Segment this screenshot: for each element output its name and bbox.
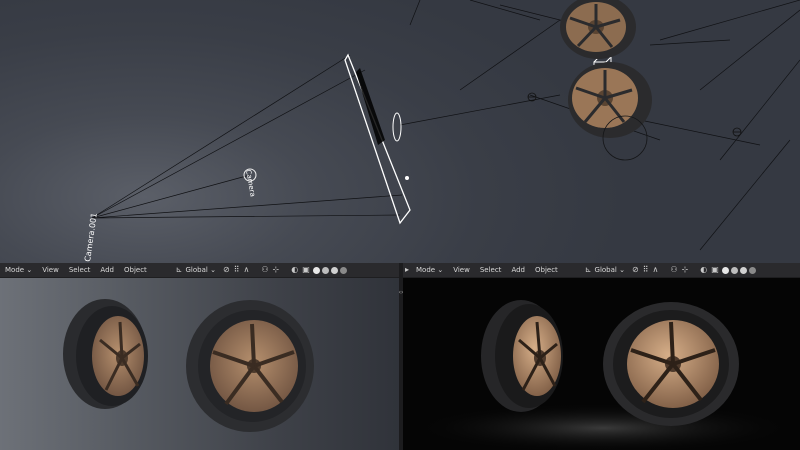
proportional-edit-icon[interactable]: ∧ [244,263,250,277]
object-menu[interactable]: Object [530,263,563,277]
right-wheel-front[interactable] [603,302,739,426]
select-menu[interactable]: Select [64,263,96,277]
visibility-icon[interactable]: ⚇ [261,263,268,277]
camera-plane[interactable] [344,53,411,225]
wireframe-shading-icon[interactable] [312,266,320,274]
top-scene: Camera.001 Camera [83,0,800,262]
right-viewport-header: ▸ Mode ⌄ View Select Add Object ⊾ Global… [403,263,800,278]
visibility-icon[interactable]: ⚇ [670,263,677,277]
overlay-icon[interactable]: ◐ [700,263,707,277]
left-scene [63,299,314,432]
material-shading-icon[interactable] [739,266,747,274]
mode-dropdown[interactable]: Mode ⌄ [411,263,448,277]
gizmo-icon[interactable]: ⊹ [682,263,689,277]
top-wheel-upper[interactable] [560,0,636,59]
transform-orientation-icon[interactable]: ⊾ [585,263,592,277]
wireframe-shading-icon[interactable] [721,266,729,274]
mode-label: Mode [5,266,25,274]
orientation-dropdown[interactable]: Global ⌄ [594,263,630,277]
camera-label: Camera.001 [83,212,99,262]
proportional-edit-icon[interactable]: ∧ [653,263,659,277]
pivot-icon[interactable]: ⊘ [632,263,639,277]
left-wheel-front[interactable] [186,300,314,432]
chevron-down-icon: ⌄ [619,266,625,274]
select-menu[interactable]: Select [475,263,507,277]
right-rendered-viewport[interactable] [403,278,800,450]
orientation-label: Global [594,266,617,274]
solid-shading-icon[interactable] [730,266,738,274]
material-shading-icon[interactable] [330,266,338,274]
chevron-down-icon: ⌄ [210,266,216,274]
rendered-shading-icon[interactable] [748,266,756,274]
snap-icon[interactable]: ⠿ [643,263,649,277]
overlay-icon[interactable]: ◐ [291,263,298,277]
left-viewport-header: Mode ⌄ View Select Add Object ⊾ Global ⌄… [0,263,399,278]
object-menu[interactable]: Object [119,263,152,277]
mode-label: Mode [416,266,436,274]
view-menu[interactable]: View [448,263,475,277]
top-3d-viewport[interactable]: Camera.001 Camera [0,0,800,263]
chevron-down-icon: ⌄ [437,266,444,274]
snap-icon[interactable]: ⠿ [234,263,240,277]
add-menu[interactable]: Add [506,263,530,277]
add-menu[interactable]: Add [95,263,119,277]
editor-type-icon[interactable]: ▸ [405,263,409,277]
pivot-icon[interactable]: ⊘ [223,263,230,277]
rendered-shading-icon[interactable] [339,266,347,274]
top-wheel-lower[interactable] [568,62,652,161]
left-wheel-back[interactable] [63,299,148,409]
mode-dropdown[interactable]: Mode ⌄ [0,263,37,277]
solid-shading-icon[interactable] [321,266,329,274]
camera-frustum-lines [91,0,800,251]
camera-label-2: Camera [244,169,257,197]
right-scene [413,300,793,450]
gizmo-icon[interactable]: ⊹ [273,263,280,277]
transform-orientation-icon[interactable]: ⊾ [176,263,183,277]
orientation-label: Global [185,266,208,274]
orientation-dropdown[interactable]: Global ⌄ [185,263,221,277]
left-3d-viewport[interactable] [0,278,399,450]
view-menu[interactable]: View [37,263,64,277]
xray-icon[interactable]: ▣ [711,263,719,277]
chevron-down-icon: ⌄ [26,266,33,274]
right-wheel-back[interactable] [481,300,563,412]
xray-icon[interactable]: ▣ [302,263,310,277]
